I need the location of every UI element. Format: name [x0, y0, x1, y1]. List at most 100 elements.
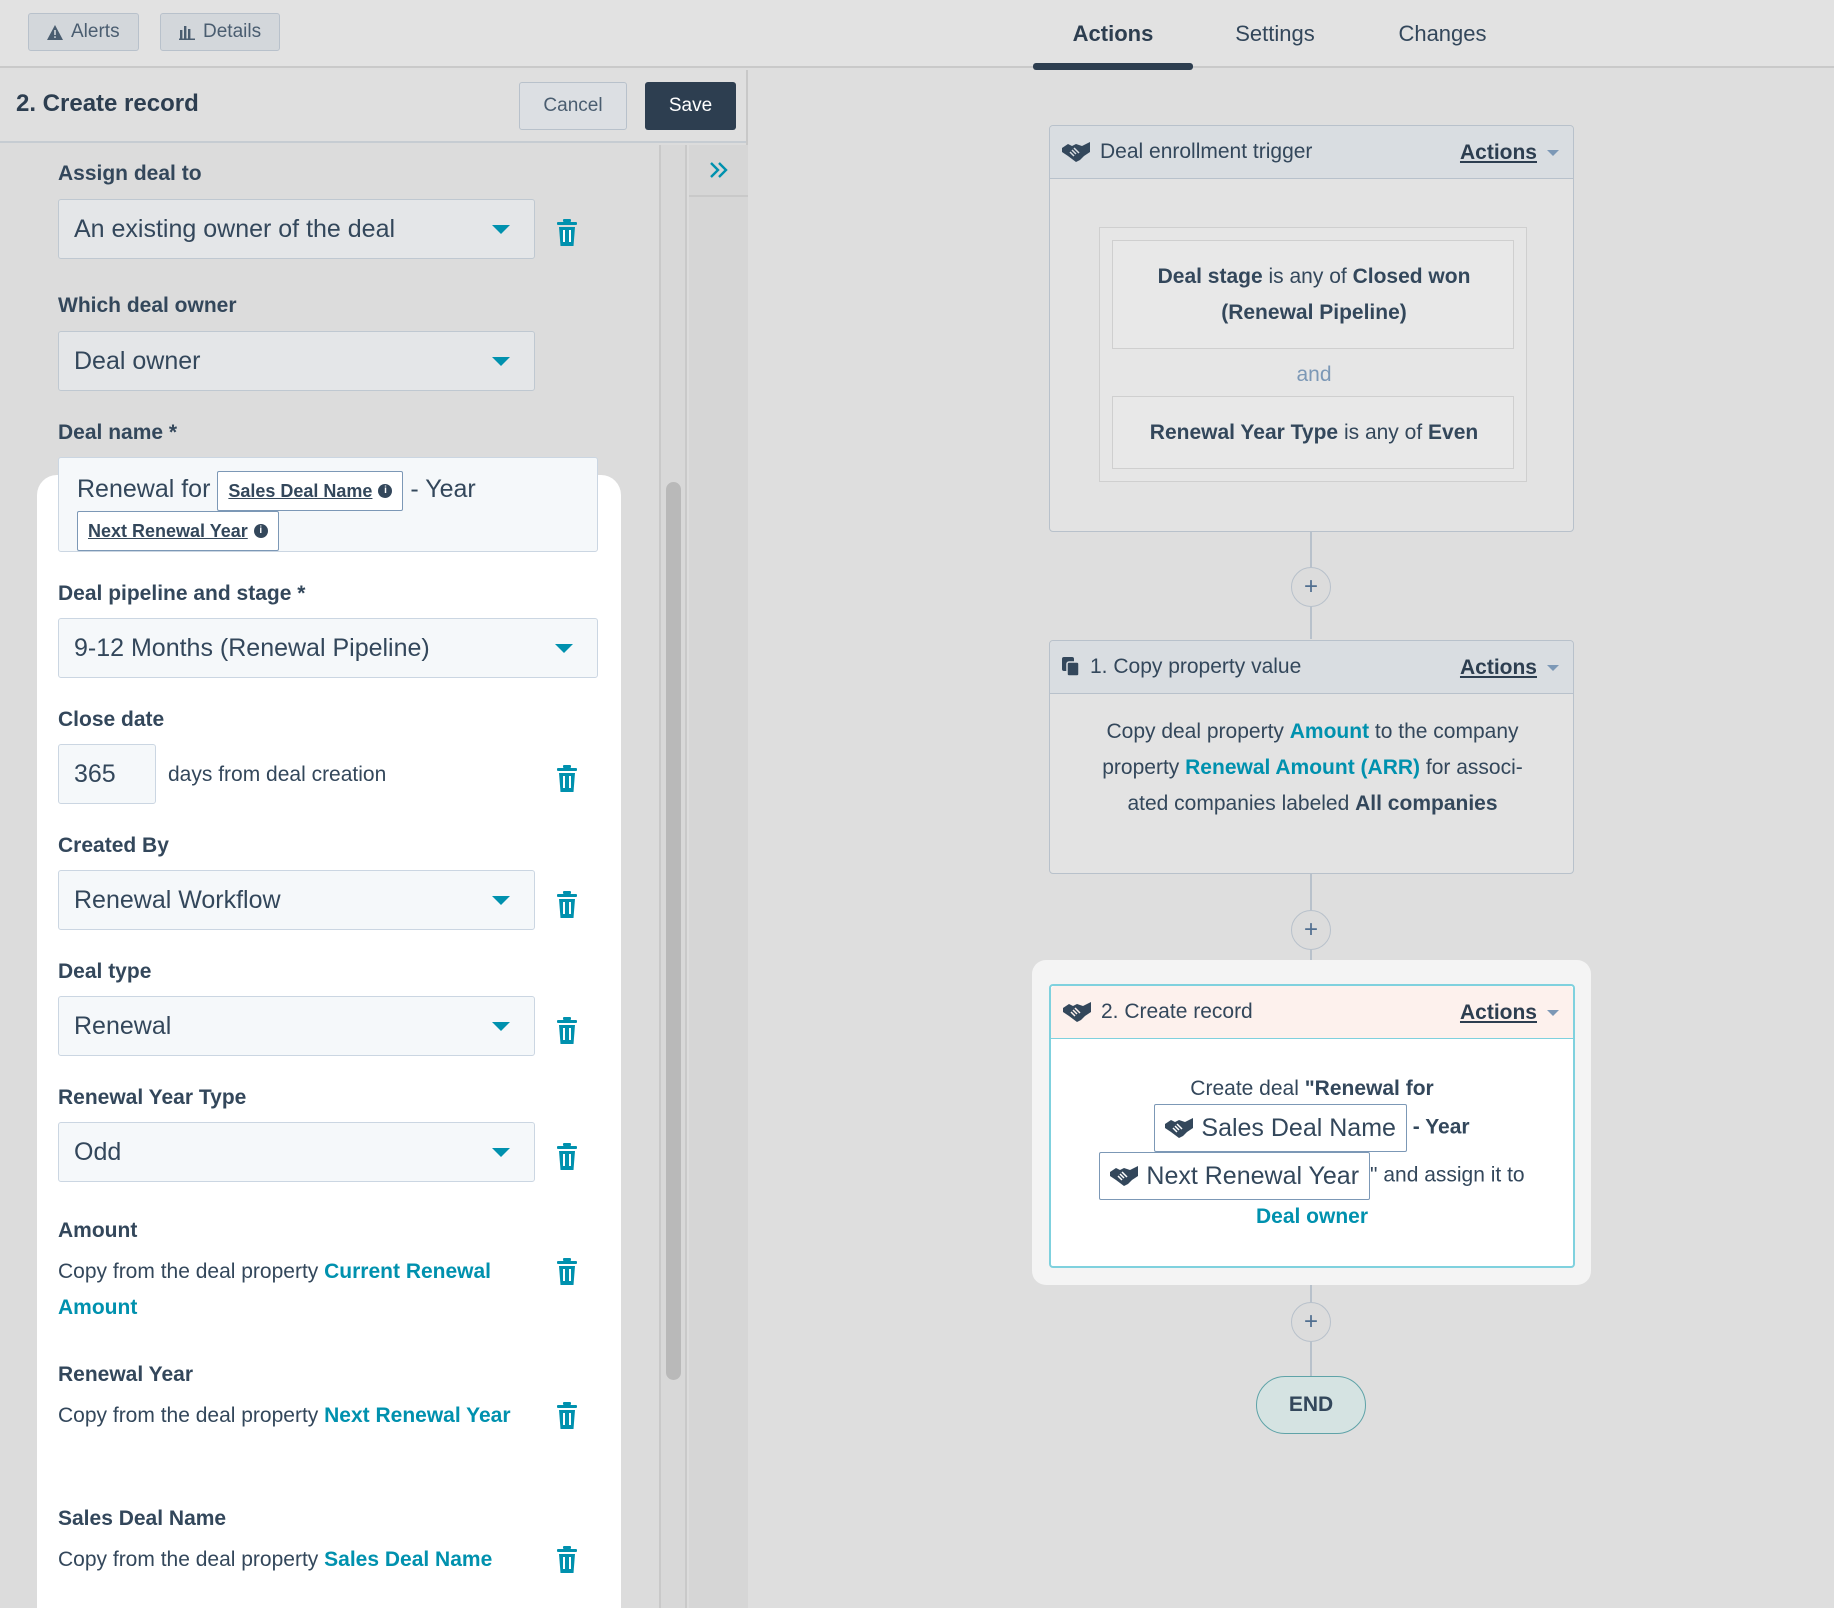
- tab-settings[interactable]: Settings: [1200, 0, 1350, 68]
- chevron-down-icon: [1547, 664, 1559, 671]
- trash-icon[interactable]: [556, 765, 578, 793]
- renewal-year-description: Copy from the deal property Next Renewal…: [58, 1398, 528, 1434]
- deal-name-label: Deal name *: [58, 421, 178, 444]
- assign-deal-value: An existing owner of the deal: [74, 214, 396, 243]
- step2-t1: Create deal: [1190, 1077, 1299, 1100]
- trigger-filter-group: Deal stage is any of Closed won (Renewal…: [1099, 227, 1527, 482]
- create-record-node[interactable]: 2. Create record Actions Create deal "Re…: [1049, 984, 1575, 1268]
- step2-header: 2. Create record Actions: [1051, 986, 1573, 1039]
- cond1-op: is any of: [1268, 265, 1347, 288]
- scrollbar-track[interactable]: [659, 145, 687, 1608]
- sales-deal-name-property-link[interactable]: Sales Deal Name: [324, 1548, 492, 1571]
- step1-amount-link[interactable]: Amount: [1290, 720, 1369, 743]
- chevron-down-icon: [555, 644, 573, 653]
- deal-name-prefix: Renewal for: [77, 475, 211, 503]
- filter-condition[interactable]: Renewal Year Type is any of Even: [1112, 396, 1514, 469]
- trash-icon[interactable]: [556, 1143, 578, 1171]
- step1-t4: for associ-: [1425, 756, 1523, 779]
- amount-description: Copy from the deal property Current Rene…: [58, 1254, 538, 1326]
- trash-icon[interactable]: [556, 1258, 578, 1286]
- active-tab-indicator: [1033, 63, 1193, 70]
- step1-t2: to the company: [1374, 720, 1519, 743]
- sales-deal-name-token-label: Sales Deal Name: [228, 481, 373, 501]
- handshake-icon: [1063, 1002, 1091, 1022]
- step1-t1: Copy deal property: [1106, 720, 1284, 743]
- sales-deal-name-prefix: Copy from the deal property: [58, 1548, 319, 1571]
- handshake-icon: [1165, 1118, 1194, 1138]
- top-bar: Alerts Details Actions Settings Changes: [0, 0, 1834, 70]
- deal-name-input[interactable]: Renewal for Sales Deal Name i - Year Nex…: [58, 457, 598, 552]
- details-button[interactable]: Details: [160, 13, 281, 51]
- bar-chart-icon: [179, 25, 195, 40]
- filter-condition[interactable]: Deal stage is any of Closed won (Renewal…: [1112, 240, 1514, 349]
- pipeline-select[interactable]: 9-12 Months (Renewal Pipeline): [58, 618, 598, 678]
- amount-prefix: Copy from the deal property: [58, 1260, 319, 1283]
- add-action-button[interactable]: +: [1291, 567, 1331, 607]
- handshake-icon: [1110, 1166, 1139, 1186]
- filter-condition-text: Renewal Year Type is any of Even: [1113, 415, 1515, 451]
- trigger-actions-menu[interactable]: Actions: [1460, 126, 1559, 179]
- trash-icon[interactable]: [556, 1017, 578, 1045]
- chevron-down-icon: [1547, 1009, 1559, 1016]
- collapse-panel-button[interactable]: [689, 145, 748, 197]
- chevron-down-icon: [492, 225, 510, 234]
- deal-type-label: Deal type: [58, 960, 152, 983]
- trash-icon[interactable]: [556, 891, 578, 919]
- chevron-down-icon: [492, 1148, 510, 1157]
- deal-type-select[interactable]: Renewal: [58, 996, 535, 1056]
- copy-property-node[interactable]: 1. Copy property value Actions Copy deal…: [1049, 640, 1574, 874]
- trash-icon[interactable]: [556, 1546, 578, 1574]
- close-date-label: Close date: [58, 708, 165, 731]
- save-button[interactable]: Save: [645, 82, 736, 130]
- enrollment-trigger-node[interactable]: Deal enrollment trigger Actions Deal sta…: [1049, 125, 1574, 532]
- handshake-icon: [1062, 142, 1090, 162]
- step2-t2: " and assign it to: [1370, 1163, 1525, 1187]
- panel-header: 2. Create record Cancel Save: [0, 70, 746, 143]
- copy-icon: [1062, 657, 1080, 677]
- add-action-button[interactable]: +: [1291, 1302, 1331, 1342]
- assign-deal-select[interactable]: An existing owner of the deal: [58, 199, 535, 259]
- tab-actions-label: Actions: [1072, 21, 1154, 46]
- tab-changes-label: Changes: [1398, 21, 1487, 46]
- step1-t3: property: [1102, 756, 1180, 779]
- tab-changes[interactable]: Changes: [1365, 0, 1520, 68]
- renewal-year-type-select[interactable]: Odd: [58, 1122, 535, 1182]
- trigger-header: Deal enrollment trigger Actions: [1050, 126, 1573, 179]
- created-by-select[interactable]: Renewal Workflow: [58, 870, 535, 930]
- tab-actions[interactable]: Actions: [1033, 0, 1193, 68]
- step1-description: Copy deal property Amount to the company…: [1070, 714, 1555, 822]
- add-action-button[interactable]: +: [1291, 910, 1331, 950]
- cancel-button[interactable]: Cancel: [519, 82, 627, 130]
- info-icon: i: [378, 484, 393, 498]
- step2-actions-menu[interactable]: Actions: [1460, 986, 1559, 1039]
- trash-icon[interactable]: [556, 219, 578, 247]
- scrollbar-thumb[interactable]: [666, 482, 681, 1380]
- chevron-down-icon: [492, 896, 510, 905]
- close-date-days-input[interactable]: 365: [58, 744, 156, 804]
- sales-deal-name-label: Sales Deal Name: [58, 1507, 227, 1530]
- trash-icon[interactable]: [556, 1402, 578, 1430]
- collapse-column: [689, 145, 748, 1608]
- step1-actions-menu[interactable]: Actions: [1460, 641, 1559, 694]
- step1-actions-label: Actions: [1459, 655, 1537, 679]
- double-chevron-right-icon: [709, 162, 728, 178]
- created-by-label: Created By: [58, 834, 169, 857]
- which-owner-select[interactable]: Deal owner: [58, 331, 535, 391]
- panel-title: 2. Create record: [16, 90, 199, 117]
- sales-deal-name-chip: Sales Deal Name: [1154, 1104, 1407, 1152]
- sales-deal-name-chip-label: Sales Deal Name: [1201, 1114, 1396, 1142]
- renewal-year-property-link[interactable]: Next Renewal Year: [324, 1404, 510, 1427]
- cond2-field: Renewal Year Type: [1149, 421, 1339, 444]
- cond1-field: Deal stage: [1157, 265, 1263, 288]
- next-renewal-year-chip-label: Next Renewal Year: [1146, 1162, 1360, 1190]
- alerts-button[interactable]: Alerts: [28, 13, 139, 51]
- chevron-down-icon: [492, 1022, 510, 1031]
- filter-condition-text: Deal stage is any of Closed won (Renewal…: [1113, 259, 1515, 331]
- pipeline-label: Deal pipeline and stage *: [58, 582, 306, 605]
- next-renewal-year-token[interactable]: Next Renewal Year i: [77, 511, 279, 551]
- step2-deal-owner-link[interactable]: Deal owner: [1256, 1205, 1368, 1228]
- sales-deal-name-token[interactable]: Sales Deal Name i: [217, 471, 404, 511]
- step1-renewal-amount-link[interactable]: Renewal Amount (ARR): [1185, 756, 1420, 779]
- end-node: END: [1256, 1376, 1366, 1434]
- step1-all-companies: All companies: [1355, 792, 1498, 815]
